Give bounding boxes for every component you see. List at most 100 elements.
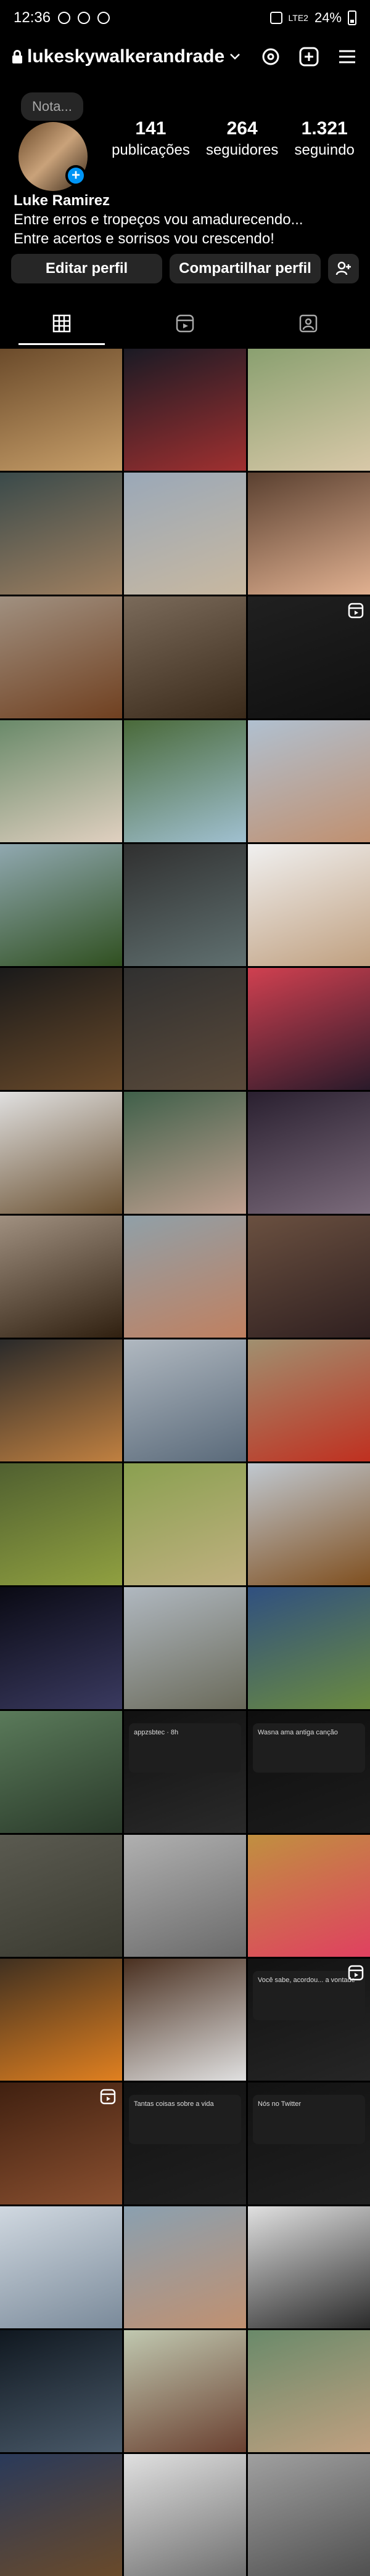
threads-icon[interactable] <box>260 46 281 67</box>
menu-icon[interactable] <box>337 46 358 67</box>
tab-tagged[interactable] <box>247 302 370 345</box>
post-thumbnail[interactable] <box>124 968 246 1090</box>
post-thumbnail[interactable]: appzsbtec · 8h <box>124 1711 246 1833</box>
post-thumbnail[interactable] <box>124 1959 246 2081</box>
followers-label: seguidores <box>205 142 279 158</box>
followers-count[interactable]: 264 seguidores <box>206 118 278 159</box>
post-thumbnail[interactable] <box>248 473 370 595</box>
post-thumbnail[interactable] <box>124 1216 246 1338</box>
post-thumbnail[interactable] <box>0 2330 122 2452</box>
post-thumbnail[interactable] <box>0 844 122 966</box>
post-thumbnail[interactable] <box>248 1835 370 1957</box>
post-thumbnail[interactable]: Tantas coisas sobre a vida <box>124 2082 246 2204</box>
notification-icon <box>58 12 71 24</box>
discover-people-button[interactable] <box>328 254 359 283</box>
post-thumbnail[interactable] <box>248 349 370 471</box>
profile-actions: Editar perfil Compartilhar perfil <box>11 254 359 283</box>
post-thumbnail[interactable] <box>0 596 122 718</box>
post-thumbnail[interactable] <box>0 1092 122 1214</box>
post-thumbnail[interactable] <box>248 844 370 966</box>
profile-header: lukeskywalkerandrade <box>0 39 370 74</box>
post-thumbnail[interactable] <box>0 2454 122 2576</box>
profile-tabs <box>0 302 370 345</box>
profile-name: Luke Ramirez <box>14 192 110 209</box>
text-post-card: appzsbtec · 8h <box>129 1723 241 1773</box>
post-thumbnail[interactable] <box>248 1339 370 1461</box>
post-thumbnail[interactable] <box>124 596 246 718</box>
posts-count[interactable]: 141 publicações <box>112 118 190 159</box>
post-thumbnail[interactable] <box>124 2206 246 2328</box>
profile-section: Nota... + 141 publicações 264 seguidores… <box>0 92 370 191</box>
post-thumbnail[interactable] <box>248 968 370 1090</box>
reel-icon <box>100 2089 116 2105</box>
post-thumbnail[interactable] <box>248 1216 370 1338</box>
tagged-icon <box>299 314 318 333</box>
account-switcher[interactable]: lukeskywalkerandrade <box>12 46 240 67</box>
post-thumbnail[interactable] <box>0 1711 122 1833</box>
post-thumbnail[interactable] <box>0 2206 122 2328</box>
posts-label: publicações <box>112 142 190 158</box>
share-profile-button[interactable]: Compartilhar perfil <box>170 254 321 283</box>
profile-stats: 141 publicações 264 seguidores 1.321 seg… <box>104 118 363 159</box>
create-post-icon[interactable] <box>298 46 319 67</box>
status-bar: 12:36 LTE2 24% <box>0 0 370 36</box>
add-story-icon[interactable]: + <box>65 165 86 186</box>
post-thumbnail[interactable] <box>124 473 246 595</box>
post-thumbnail[interactable] <box>0 2082 122 2204</box>
posts-number: 141 <box>135 118 166 139</box>
post-thumbnail[interactable] <box>124 1587 246 1709</box>
tab-reels[interactable] <box>123 302 247 345</box>
notification-icon <box>78 12 91 24</box>
note-bubble[interactable]: Nota... <box>21 92 83 121</box>
post-thumbnail[interactable] <box>0 1835 122 1957</box>
post-thumbnail[interactable] <box>124 1463 246 1585</box>
post-thumbnail[interactable] <box>248 596 370 718</box>
post-thumbnail[interactable] <box>248 2330 370 2452</box>
profile-bio: Luke Ramirez Entre erros e tropeços vou … <box>14 191 303 248</box>
post-thumbnail[interactable] <box>124 1092 246 1214</box>
post-thumbnail[interactable] <box>0 1463 122 1585</box>
post-thumbnail[interactable] <box>124 1835 246 1957</box>
text-post-card: Tantas coisas sobre a vida <box>129 2095 241 2144</box>
post-thumbnail[interactable] <box>248 1463 370 1585</box>
post-thumbnail[interactable] <box>124 844 246 966</box>
post-thumbnail[interactable] <box>248 1092 370 1214</box>
post-thumbnail[interactable] <box>248 1587 370 1709</box>
bio-line: Entre erros e tropeços vou amadurecendo.… <box>14 211 303 228</box>
post-thumbnail[interactable]: Wasna ama antiga canção <box>248 1711 370 1833</box>
post-thumbnail[interactable] <box>0 968 122 1090</box>
post-thumbnail[interactable] <box>0 1339 122 1461</box>
reel-icon <box>348 1965 364 1981</box>
post-thumbnail[interactable] <box>124 2330 246 2452</box>
post-thumbnail[interactable] <box>0 1216 122 1338</box>
post-thumbnail[interactable] <box>0 1959 122 2081</box>
post-thumbnail[interactable] <box>0 1587 122 1709</box>
post-thumbnail[interactable] <box>124 2454 246 2576</box>
clock: 12:36 <box>14 9 51 26</box>
network-label: LTE2 <box>288 13 308 23</box>
username: lukeskywalkerandrade <box>27 46 225 67</box>
post-thumbnail[interactable] <box>248 720 370 842</box>
posts-grid: appzsbtec · 8h Wasna ama antiga canção Voc… <box>0 349 370 2576</box>
post-thumbnail[interactable]: Você sabe, acordou... a vontade <box>248 1959 370 2081</box>
battery-icon <box>348 10 356 25</box>
reels-icon <box>176 314 194 333</box>
edit-profile-button[interactable]: Editar perfil <box>11 254 162 283</box>
post-thumbnail[interactable] <box>0 473 122 595</box>
post-thumbnail[interactable] <box>0 720 122 842</box>
post-thumbnail[interactable] <box>248 2206 370 2328</box>
tab-posts[interactable] <box>0 302 123 345</box>
battery-percent: 24% <box>314 10 342 25</box>
post-thumbnail[interactable] <box>124 349 246 471</box>
post-thumbnail[interactable]: Nós no Twitter <box>248 2082 370 2204</box>
post-thumbnail[interactable] <box>124 720 246 842</box>
post-thumbnail[interactable] <box>248 2454 370 2576</box>
chevron-down-icon <box>230 54 240 60</box>
post-thumbnail[interactable] <box>124 1339 246 1461</box>
notification-icon <box>97 12 110 24</box>
following-count[interactable]: 1.321 seguindo <box>294 118 354 159</box>
post-thumbnail[interactable] <box>0 349 122 471</box>
reel-icon <box>348 603 364 619</box>
text-post-card: Wasna ama antiga canção <box>253 1723 365 1773</box>
bio-line: Entre acertos e sorrisos vou crescendo! <box>14 230 274 247</box>
